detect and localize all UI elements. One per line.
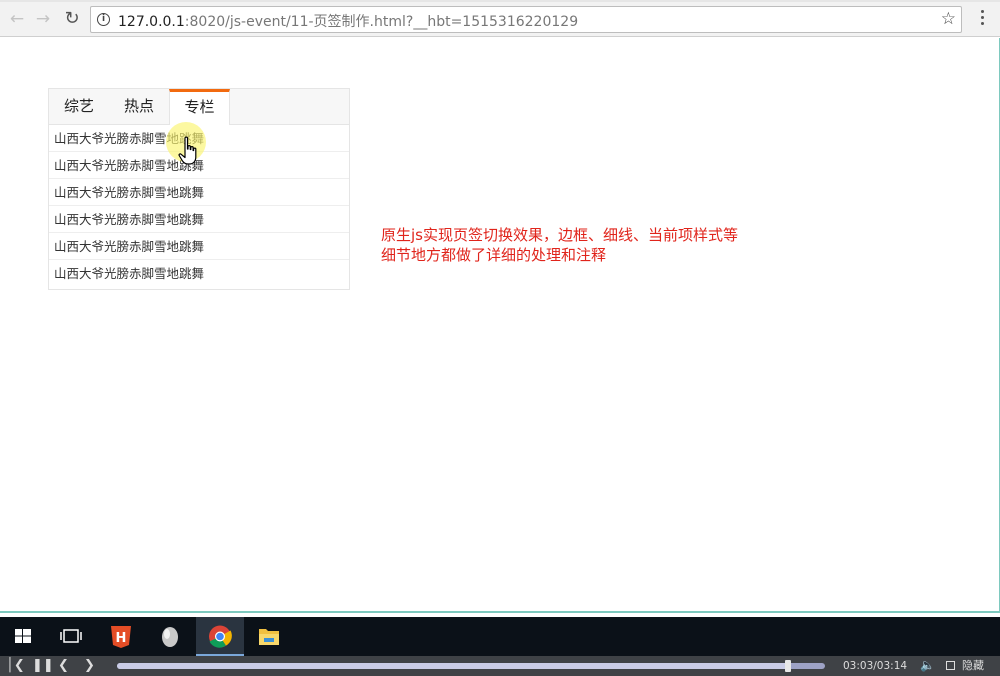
video-player-bar: │❮ ❚❚ ❮ ❯ 03:03/03:14 🔈 隐藏 xyxy=(0,656,1000,676)
hand-cursor-icon xyxy=(178,136,197,165)
next-icon[interactable]: ❯ xyxy=(84,658,95,674)
url-path: :8020/js-event/11-页签制作.html?__hbt=151531… xyxy=(184,14,579,30)
egg-app-icon[interactable] xyxy=(146,617,194,656)
hide-checkbox[interactable] xyxy=(946,661,955,670)
info-icon[interactable]: i xyxy=(97,13,110,26)
file-explorer-icon[interactable] xyxy=(245,617,293,656)
windows-taskbar: H xyxy=(0,617,1000,656)
back-arrow-icon[interactable]: ← xyxy=(6,8,28,30)
tab-variety[interactable]: 综艺 xyxy=(49,89,109,124)
bookmark-star-icon[interactable]: ☆ xyxy=(941,9,956,29)
svg-text:H: H xyxy=(116,631,127,646)
hbuilder-icon[interactable]: H xyxy=(97,617,145,656)
previous-icon[interactable]: ❮ xyxy=(58,658,69,674)
list-item[interactable]: 山西大爷光膀赤脚雪地跳舞 xyxy=(49,179,349,206)
browser-menu-icon[interactable] xyxy=(976,10,988,30)
hide-label: 隐藏 xyxy=(962,659,984,672)
url-text[interactable]: 127.0.0.1:8020/js-event/11-页签制作.html?__h… xyxy=(118,11,578,31)
tab-column[interactable]: 专栏 xyxy=(169,89,230,125)
list-item[interactable]: 山西大爷光膀赤脚雪地跳舞 xyxy=(49,206,349,233)
viewport-bottom-border xyxy=(0,611,1000,613)
tab-widget: 综艺 热点 专栏 山西大爷光膀赤脚雪地跳舞 山西大爷光膀赤脚雪地跳舞 山西大爷光… xyxy=(48,88,350,290)
windows-start-icon[interactable] xyxy=(0,617,48,656)
reload-icon[interactable]: ↻ xyxy=(61,8,83,30)
tab-bar: 综艺 热点 专栏 xyxy=(49,89,349,125)
tab-hot[interactable]: 热点 xyxy=(109,89,169,124)
seek-bar[interactable] xyxy=(117,660,825,672)
address-bar[interactable]: i 127.0.0.1:8020/js-event/11-页签制作.html?_… xyxy=(90,6,962,33)
page-viewport: 综艺 热点 专栏 山西大爷光膀赤脚雪地跳舞 山西大爷光膀赤脚雪地跳舞 山西大爷光… xyxy=(0,38,1000,612)
forward-arrow-icon[interactable]: → xyxy=(32,8,54,30)
list-item[interactable]: 山西大爷光膀赤脚雪地跳舞 xyxy=(49,260,349,287)
task-view-icon[interactable] xyxy=(48,617,96,656)
seek-handle[interactable] xyxy=(785,660,792,672)
chrome-icon[interactable] xyxy=(196,617,244,656)
list-item[interactable]: 山西大爷光膀赤脚雪地跳舞 xyxy=(49,233,349,260)
volume-icon[interactable]: 🔈 xyxy=(920,658,935,672)
time-display: 03:03/03:14 xyxy=(843,660,908,672)
note-line-1: 原生js实现页签切换效果，边框、细线、当前项样式等 xyxy=(381,226,738,244)
browser-toolbar: ← → ↻ i 127.0.0.1:8020/js-event/11-页签制作.… xyxy=(0,2,1000,37)
skip-back-icon[interactable]: │❮ xyxy=(6,658,25,674)
description-note: 原生js实现页签切换效果，边框、细线、当前项样式等 细节地方都做了详细的处理和注… xyxy=(381,225,781,265)
seek-progress xyxy=(117,663,789,669)
note-line-2: 细节地方都做了详细的处理和注释 xyxy=(381,246,607,264)
url-host: 127.0.0.1 xyxy=(118,14,185,30)
pause-icon[interactable]: ❚❚ xyxy=(32,658,54,674)
